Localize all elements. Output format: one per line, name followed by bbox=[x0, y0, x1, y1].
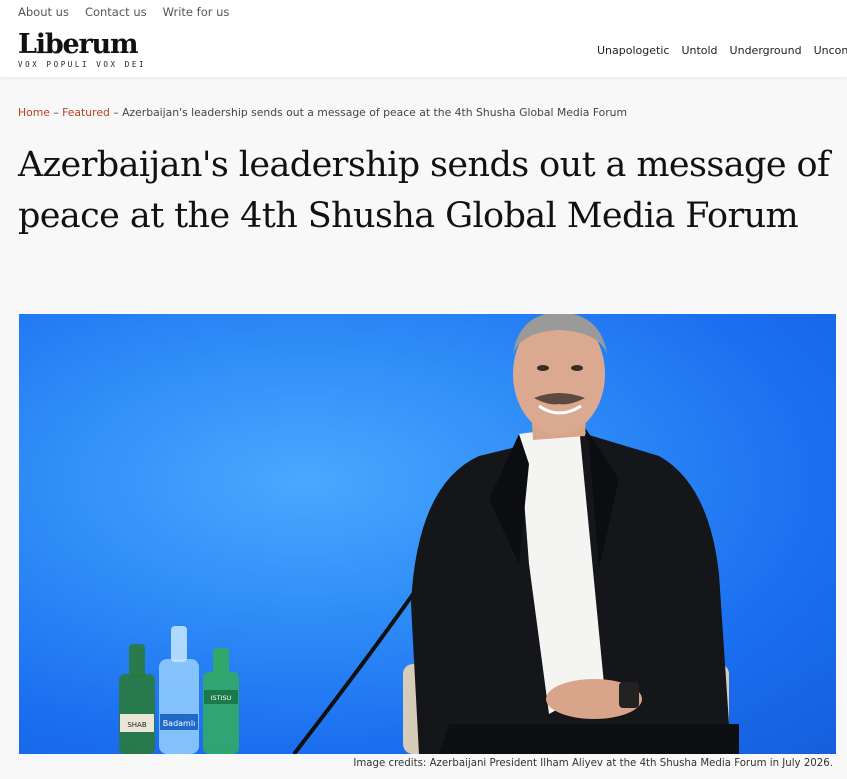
bottle-label-shah: SHAB bbox=[127, 721, 146, 729]
breadcrumb-separator: – bbox=[109, 106, 123, 119]
nav-item-untold[interactable]: Untold bbox=[681, 44, 717, 57]
write-for-us-link[interactable]: Write for us bbox=[163, 5, 230, 19]
logo-wordmark: Liberum bbox=[18, 29, 139, 60]
site-logo[interactable]: Liberum VOX POPULI VOX DEI bbox=[18, 30, 146, 70]
water-bottle-badamli: Badamlı bbox=[159, 626, 199, 754]
breadcrumb-current: Azerbaijan's leadership sends out a mess… bbox=[122, 106, 628, 119]
image-caption: Image credits: Azerbaijani President Ilh… bbox=[353, 758, 833, 769]
contact-us-link[interactable]: Contact us bbox=[85, 5, 147, 19]
article-featured-image[interactable]: SHAB Badamlı ISTISU bbox=[19, 314, 836, 754]
featured-photo-illustration: SHAB Badamlı ISTISU bbox=[119, 314, 739, 754]
eye-right bbox=[571, 365, 583, 371]
breadcrumb: Home – Featured – Azerbaijan's leadershi… bbox=[18, 106, 627, 119]
breadcrumb-featured-link[interactable]: Featured bbox=[62, 106, 110, 119]
wristwatch bbox=[619, 682, 639, 708]
breadcrumb-separator: – bbox=[49, 106, 63, 119]
bottle-label-badamli: Badamlı bbox=[163, 719, 196, 728]
trousers bbox=[439, 724, 739, 754]
water-bottle-shah: SHAB bbox=[119, 644, 155, 754]
eye-left bbox=[537, 365, 549, 371]
water-bottle-istisu: ISTISU bbox=[203, 648, 239, 754]
article-title: Azerbaijan's leadership sends out a mess… bbox=[18, 145, 830, 236]
nav-item-unconventional[interactable]: Unconve bbox=[814, 44, 847, 57]
nav-item-underground[interactable]: Underground bbox=[730, 44, 802, 57]
main-nav: Unapologetic Untold Underground Unconve bbox=[597, 44, 847, 57]
site-header: About us Contact us Write for us Liberum… bbox=[0, 0, 847, 77]
nav-item-unapologetic[interactable]: Unapologetic bbox=[597, 44, 669, 57]
about-us-link[interactable]: About us bbox=[18, 5, 69, 19]
breadcrumb-home-link[interactable]: Home bbox=[18, 106, 50, 119]
logo-tagline: VOX POPULI VOX DEI bbox=[18, 60, 147, 69]
bottle-label-istisu: ISTISU bbox=[211, 694, 232, 702]
top-utility-nav: About us Contact us Write for us bbox=[18, 5, 229, 19]
